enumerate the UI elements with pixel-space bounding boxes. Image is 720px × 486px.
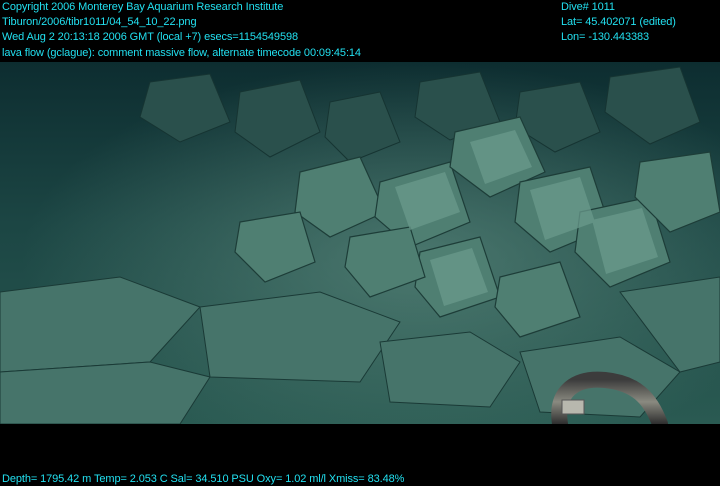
- seafloor-image: [0, 62, 720, 424]
- dive-number-text: Dive# 1011: [561, 1, 615, 13]
- timestamp-text: Wed Aug 2 20:13:18 2006 GMT (local +7) e…: [2, 31, 298, 43]
- file-path-text: Tiburon/2006/tibr1011/04_54_10_22.png: [2, 16, 197, 28]
- sensor-readout-text: Depth= 1795.42 m Temp= 2.053 C Sal= 34.5…: [2, 473, 405, 485]
- copyright-text: Copyright 2006 Monterey Bay Aquarium Res…: [2, 1, 284, 13]
- annotation-text: lava flow (gclague): comment massive flo…: [2, 47, 361, 59]
- longitude-text: Lon= -130.443383: [561, 31, 650, 43]
- latitude-text: Lat= 45.402071 (edited): [561, 16, 676, 28]
